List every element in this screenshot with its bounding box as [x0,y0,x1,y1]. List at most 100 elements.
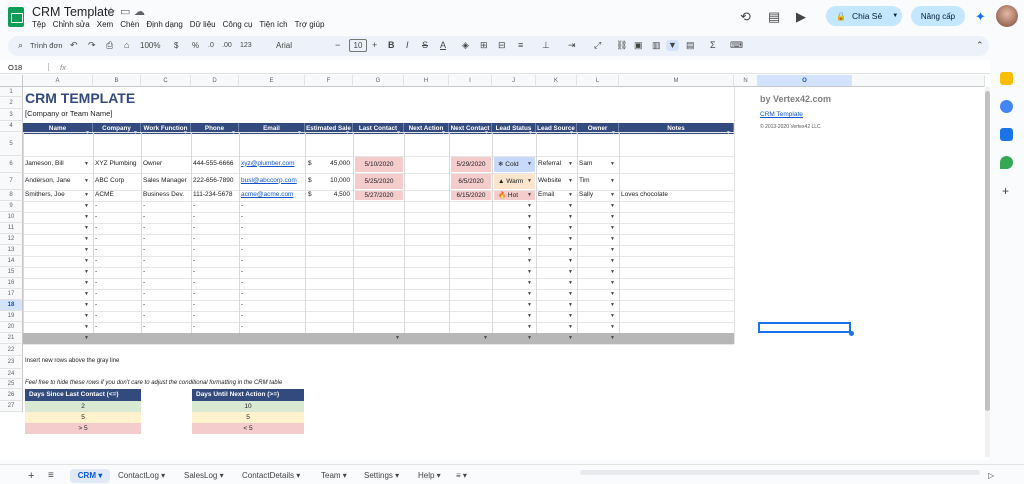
row-header-13[interactable]: 13 [0,245,23,256]
font-size-decrease-icon[interactable]: − [335,40,340,51]
empty-cell-dash[interactable]: - [95,268,97,276]
cell-work-function[interactable]: Owner [143,160,191,168]
dropdown-chevron-icon[interactable]: ▼ [527,225,532,231]
tab-team[interactable]: Team ▾ [321,469,347,483]
dropdown-chevron-icon[interactable]: ▼ [527,302,532,308]
dropdown-chevron-icon[interactable]: ▼ [84,313,89,319]
dropdown-chevron-icon[interactable]: ▼ [84,161,89,167]
empty-cell-dash[interactable]: - [241,246,243,254]
align-left-icon[interactable]: ≡ [518,40,523,51]
col-header-g[interactable]: G [353,75,404,87]
cell-next-contact[interactable]: 5/29/2020 [451,157,491,172]
empty-cell-dash[interactable]: - [95,301,97,309]
dropdown-chevron-icon[interactable]: ▼ [610,214,615,220]
days-until-header[interactable]: Days Until Next Action (>=) [192,389,304,401]
dropdown-chevron-icon[interactable]: ▼ [84,302,89,308]
percent-format[interactable]: % [192,40,199,51]
cell-next-contact[interactable]: 6/5/2020 [451,174,491,189]
dropdown-chevron-icon[interactable]: ▼ [568,161,573,167]
empty-cell-dash[interactable]: - [193,301,195,309]
empty-cell-dash[interactable]: - [241,301,243,309]
header-filter-icon[interactable]: ▼ [569,130,574,136]
dropdown-chevron-icon[interactable]: ▼ [610,302,615,308]
row-header-20[interactable]: 20 [0,322,23,333]
row-header-23[interactable]: 23 [0,356,23,369]
dropdown-chevron-icon[interactable]: ▼ [527,178,532,184]
empty-cell-dash[interactable]: - [143,290,145,298]
merge-cells-icon[interactable]: ⊟ [498,40,506,51]
empty-cell-dash[interactable]: - [95,213,97,221]
dropdown-chevron-icon[interactable]: ▼ [527,203,532,209]
dropdown-chevron-icon[interactable]: ▼ [527,324,532,330]
col-header-h[interactable]: H [404,75,449,87]
italic-icon[interactable]: I [406,40,409,51]
col-header-l[interactable]: L [577,75,619,87]
cell-phone[interactable]: 222-656-7890 [193,177,239,185]
empty-cell-dash[interactable]: - [193,246,195,254]
empty-cell-dash[interactable]: - [241,202,243,210]
dropdown-chevron-icon[interactable]: ▼ [568,313,573,319]
menu-extensions[interactable]: Tiện ích [259,20,287,29]
row-header-4[interactable]: 4 [0,121,23,132]
empty-cell-dash[interactable]: - [95,323,97,331]
empty-cell-dash[interactable]: - [143,279,145,287]
cell-name[interactable]: Anderson, Jane [25,177,91,185]
dropdown-chevron-icon[interactable]: ▼ [84,192,89,198]
empty-cell-dash[interactable]: - [193,213,195,221]
empty-cell-dash[interactable]: - [95,246,97,254]
print-icon[interactable]: ⎙ [106,40,113,51]
cell-next-action[interactable] [406,191,448,200]
col-header-k[interactable]: K [536,75,577,87]
input-tools-icon[interactable]: ⌨ [730,40,743,51]
move-folder-icon[interactable]: ▭ [120,5,130,18]
empty-cell-dash[interactable]: - [95,312,97,320]
row-header-11[interactable]: 11 [0,223,23,234]
dropdown-chevron-icon[interactable]: ▼ [568,280,573,286]
empty-cell-dash[interactable]: - [241,257,243,265]
row-header-8[interactable]: 8 [0,190,23,201]
select-all-corner[interactable] [0,75,23,87]
more-tabs-icon[interactable]: ≡ ▾ [456,469,467,483]
name-box[interactable]: O18 [8,63,22,72]
cell-next-action[interactable] [406,157,448,172]
empty-cell-dash[interactable]: - [193,235,195,243]
dropdown-chevron-icon[interactable]: ▼ [527,269,532,275]
dropdown-chevron-icon[interactable]: ▼ [610,236,615,242]
cell-work-function[interactable]: Sales Manager [143,177,191,185]
row-header-26[interactable]: 26 [0,389,23,401]
dropdown-chevron-icon[interactable]: ▼ [568,335,573,341]
header-filter-icon[interactable]: ▼ [183,130,188,136]
dropdown-chevron-icon[interactable]: ▼ [568,269,573,275]
dropdown-chevron-icon[interactable]: ▼ [527,335,532,341]
collapse-toolbar-icon[interactable]: ⌃ [976,40,984,51]
menu-format[interactable]: Định dạng [146,20,182,29]
cell-next-action[interactable] [406,174,448,189]
dropdown-chevron-icon[interactable]: ▼ [84,247,89,253]
row-header-25[interactable]: 25 [0,379,23,389]
dropdown-chevron-icon[interactable]: ▼ [84,269,89,275]
row-header-12[interactable]: 12 [0,234,23,245]
row-header-2[interactable]: 2 [0,97,23,109]
sheet-title[interactable]: CRM TEMPLATE [25,90,135,106]
filter-views-icon[interactable]: ▤ [686,40,695,51]
horizontal-scrollbar[interactable] [580,470,980,475]
empty-cell-dash[interactable]: - [193,312,195,320]
row-header-14[interactable]: 14 [0,256,23,267]
days-until-yellow[interactable]: 5 [192,412,304,423]
cell-last-contact[interactable]: 5/27/2020 [355,191,403,200]
header-filter-icon[interactable]: ▼ [85,130,90,136]
cell-email[interactable]: xyz@plumber.com [241,160,305,168]
row-header-16[interactable]: 16 [0,278,23,289]
dropdown-chevron-icon[interactable]: ▼ [568,302,573,308]
header-filter-icon[interactable]: ▼ [297,130,302,136]
empty-cell-dash[interactable]: - [143,202,145,210]
cell-owner[interactable]: Tim [579,177,590,185]
empty-cell-dash[interactable]: - [241,213,243,221]
row-header-3[interactable]: 3 [0,109,23,121]
dropdown-chevron-icon[interactable]: ▼ [568,178,573,184]
cell-lead-source[interactable]: Email [538,191,554,199]
all-sheets-icon[interactable]: ≡ [48,469,54,483]
tab-saleslog[interactable]: SalesLog ▾ [184,469,224,483]
insert-rows-note[interactable]: Insert new rows above the gray line [25,357,119,365]
row-header-1[interactable]: 1 [0,87,23,97]
